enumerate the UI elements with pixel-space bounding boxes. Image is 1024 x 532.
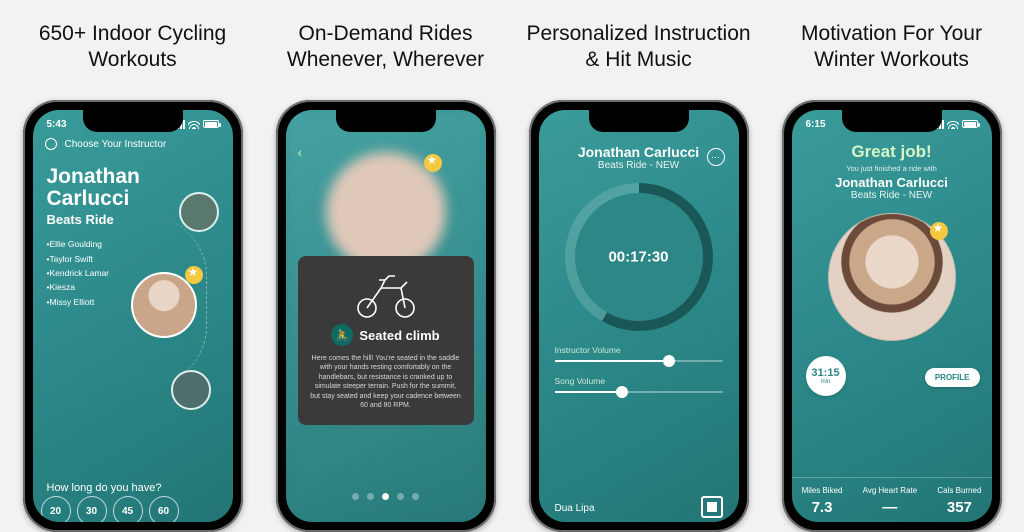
headline: Motivation For Your Winter Workouts <box>772 0 1012 100</box>
settings-icon[interactable] <box>45 138 57 150</box>
slider-label: Song Volume <box>555 376 723 386</box>
screen-ride-complete: 6:15 Great job! You just finished a ride… <box>792 110 992 522</box>
ride-stats: Miles Biked 7.3 Avg Heart Rate — Cals Bu… <box>792 477 992 516</box>
phone-notch <box>83 110 183 132</box>
stat-value: — <box>863 499 918 516</box>
stat-calories: Cals Burned 357 <box>937 486 981 516</box>
timer-value: 00:17:30 <box>565 249 713 266</box>
duration-option[interactable]: 20 <box>41 496 71 522</box>
showcase-panel-1: 650+ Indoor Cycling Workouts 5:43 Choose… <box>13 0 253 532</box>
phone-notch <box>842 110 942 132</box>
status-time: 5:43 <box>47 119 67 130</box>
instructor-avatar-alt[interactable] <box>171 370 211 410</box>
phone-notch <box>336 110 436 132</box>
showcase-panel-4: Motivation For Your Winter Workouts 6:15… <box>772 0 1012 532</box>
move-title: Seated climb <box>359 328 439 343</box>
favorite-star-icon[interactable] <box>185 266 203 284</box>
instructor-avatar-alt[interactable] <box>179 192 219 232</box>
phone-frame: 5:43 Choose Your Instructor Jonathan Car… <box>23 100 243 532</box>
duration-prompt: How long do you have? <box>47 482 162 494</box>
duration-chip: 31:15 min <box>806 356 846 396</box>
battery-icon <box>962 120 978 128</box>
profile-button[interactable]: PROFILE <box>925 368 980 387</box>
dot <box>412 493 419 500</box>
bike-icon <box>351 270 421 318</box>
slider-label: Instructor Volume <box>555 345 723 355</box>
duration-option[interactable]: 45 <box>113 496 143 522</box>
stat-value: 357 <box>937 499 981 516</box>
ride-name: Beats Ride - NEW <box>792 190 992 201</box>
stat-label: Cals Burned <box>937 486 981 495</box>
stat-label: Avg Heart Rate <box>863 486 918 495</box>
duration-option[interactable]: 30 <box>77 496 107 522</box>
dot <box>367 493 374 500</box>
phone-frame: ‹ 🚴 Seated climb Here comes the hill! Yo… <box>276 100 496 532</box>
page-indicator[interactable] <box>286 493 486 500</box>
duration-option[interactable]: 60 <box>149 496 179 522</box>
wifi-icon <box>188 120 200 129</box>
stat-label: Miles Biked <box>802 486 843 495</box>
move-description: Here comes the hill! You're seated in th… <box>310 354 462 411</box>
instructor-name: Jonathan Carlucci <box>792 175 992 190</box>
phone-frame: 6:15 Great job! You just finished a ride… <box>782 100 1002 532</box>
volume-controls: Instructor Volume Song Volume <box>539 331 739 393</box>
duration-options: 20 30 45 60 <box>41 496 179 522</box>
phone-notch <box>589 110 689 132</box>
ride-name: Beats Ride - NEW <box>539 160 739 171</box>
move-card[interactable]: 🚴 Seated climb Here comes the hill! You'… <box>298 256 474 425</box>
status-time: 6:15 <box>806 119 826 130</box>
move-badge-icon: 🚴 <box>331 324 353 346</box>
completion-header: Great job! You just finished a ride with… <box>792 138 992 207</box>
battery-icon <box>203 120 219 128</box>
stat-value: 7.3 <box>802 499 843 516</box>
favorite-star-icon <box>424 154 442 172</box>
back-button[interactable]: ‹ <box>298 144 303 160</box>
dot <box>352 493 359 500</box>
screen-move-detail: ‹ 🚴 Seated climb Here comes the hill! Yo… <box>286 110 486 522</box>
showcase-panel-2: On-Demand Rides Whenever, Wherever ‹ 🚴 S… <box>266 0 506 532</box>
instructor-volume-slider[interactable]: Instructor Volume <box>555 345 723 362</box>
now-playing-song: Dua Lipa <box>555 503 595 514</box>
dot-active <box>382 493 389 500</box>
stop-button[interactable] <box>701 496 723 518</box>
instructor-avatar-selected[interactable] <box>131 272 197 338</box>
showcase-panel-3: Personalized Instruction & Hit Music ⋯ J… <box>519 0 759 532</box>
finished-text: You just finished a ride with <box>792 164 992 173</box>
screen-title: Choose Your Instructor <box>65 139 167 150</box>
favorite-star-icon[interactable] <box>930 222 948 240</box>
great-job-label: Great job! <box>792 142 992 162</box>
headline: On-Demand Rides Whenever, Wherever <box>266 0 506 100</box>
screen-choose-instructor: 5:43 Choose Your Instructor Jonathan Car… <box>33 110 233 522</box>
phone-frame: ⋯ Jonathan Carlucci Beats Ride - NEW 00:… <box>529 100 749 532</box>
screen-now-playing: ⋯ Jonathan Carlucci Beats Ride - NEW 00:… <box>539 110 739 522</box>
headline: Personalized Instruction & Hit Music <box>519 0 759 100</box>
move-title-row: 🚴 Seated climb <box>310 324 462 346</box>
wifi-icon <box>947 120 959 129</box>
dot <box>397 493 404 500</box>
stat-heart-rate: Avg Heart Rate — <box>863 486 918 516</box>
progress-ring: 00:17:30 <box>565 183 713 331</box>
headline: 650+ Indoor Cycling Workouts <box>13 0 253 100</box>
screen-header: Choose Your Instructor <box>33 138 233 156</box>
stat-miles: Miles Biked 7.3 <box>802 486 843 516</box>
song-volume-slider[interactable]: Song Volume <box>555 376 723 393</box>
